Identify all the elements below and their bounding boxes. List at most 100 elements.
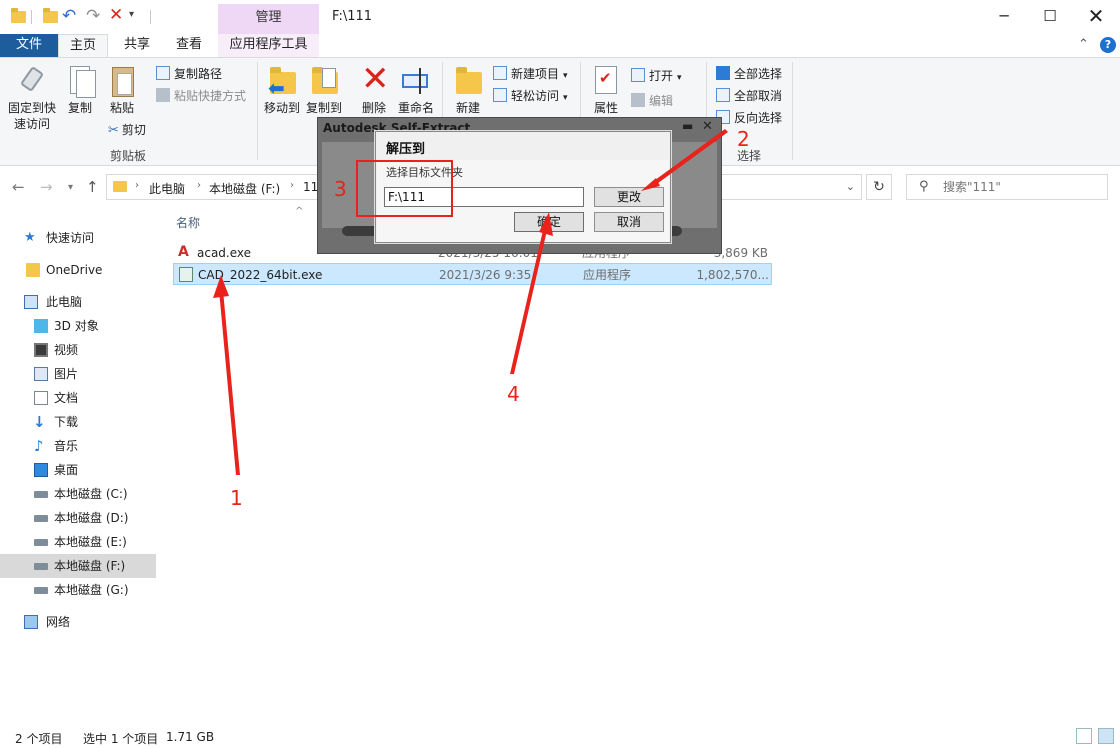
chevron-up-icon[interactable]: ⌃ [1078,37,1089,52]
chevron-down-icon: ▾ [563,93,568,103]
picture-icon [34,367,48,381]
large-icons-view-icon[interactable] [1098,728,1114,744]
sidebar-item-music[interactable]: ♪ 音乐 [0,434,156,458]
up-arrow-icon[interactable]: ↑ [86,178,99,196]
tab-home[interactable]: 主页 [58,34,108,57]
tab-manage[interactable]: 管理 [218,4,319,34]
invert-selection-button[interactable]: 反向选择 [716,108,782,128]
new-folder-button[interactable]: 新建 [444,64,492,116]
sidebar-item-quick-access[interactable]: ★ 快速访问 [0,226,156,250]
new-folder-quick-icon[interactable] [42,7,60,27]
sidebar-item-drive-f[interactable]: 本地磁盘 (F:) [0,554,156,578]
annotation-number-2: 2 [737,127,750,151]
ok-button[interactable]: 确定 [514,212,584,232]
chevron-down-icon[interactable]: ⌄ [846,180,855,193]
help-icon[interactable]: ? [1100,37,1116,53]
tab-view[interactable]: 查看 [164,34,214,57]
autocad-exe-icon: A [178,244,189,260]
delete-icon: ✕ [361,59,390,99]
search-input[interactable] [943,178,1103,196]
chevron-down-icon: ▾ [563,71,568,81]
redo-icon[interactable]: ↷ [86,6,100,26]
copy-path-button[interactable]: 复制路径 [156,64,222,84]
folder-icon [26,263,40,277]
undo-icon[interactable]: ↶ [62,6,76,26]
delete-button[interactable]: ✕ 删除 [350,59,398,116]
edit-button[interactable]: 编辑 [631,91,673,111]
details-view-icon[interactable] [1076,728,1092,744]
divider [150,10,151,24]
minimize-button[interactable]: ─ [981,0,1027,32]
forward-arrow-icon[interactable]: → [40,178,53,196]
sidebar-item-drive-d[interactable]: 本地磁盘 (D:) [0,506,156,530]
sidebar-item-documents[interactable]: 文档 [0,386,156,410]
recent-locations-icon[interactable]: ▾ [68,182,73,193]
cancel-button[interactable]: 取消 [594,212,664,232]
change-button[interactable]: 更改 [594,187,664,207]
back-arrow-icon[interactable]: ← [12,178,25,196]
sidebar-item-3d-objects[interactable]: 3D 对象 [0,314,156,338]
scissors-icon: ✂ [108,123,119,138]
breadcrumb-this-pc[interactable]: 此电脑 [149,180,185,197]
rename-button[interactable]: 重命名 [392,64,440,116]
sidebar-item-network[interactable]: 网络 [0,610,156,634]
copy-to-button[interactable]: 复制到 [300,64,348,116]
copy-path-icon [156,66,170,80]
copy-to-icon [308,64,340,98]
customize-quick-access-icon[interactable]: ▾ [129,9,134,20]
annotation-highlight-box [356,160,453,217]
move-to-button[interactable]: ⬅ 移动到 [258,64,306,116]
paste-shortcut-button[interactable]: 粘贴快捷方式 [156,86,246,106]
navigation-pane: ★ 快速访问 OneDrive 此电脑 3D 对象 视频 图片 文档 ↓ 下载 … [0,208,162,726]
easy-access-button[interactable]: 轻松访问 ▾ [493,86,568,106]
sidebar-item-drive-e[interactable]: 本地磁盘 (E:) [0,530,156,554]
delete-quick-icon[interactable]: ✕ [109,5,123,25]
tab-file[interactable]: 文件 [0,34,58,57]
properties-button[interactable]: 属性 [582,64,630,116]
sidebar-item-desktop[interactable]: 桌面 [0,458,156,482]
copy-button[interactable]: 复制 [56,64,104,116]
chevron-right-icon: › [290,180,294,191]
copy-icon [64,64,96,98]
close-icon[interactable]: ✕ [702,119,713,134]
select-all-icon [716,66,730,80]
paste-shortcut-icon [156,88,170,102]
column-header-name[interactable]: 名称 [176,208,200,238]
select-all-button[interactable]: 全部选择 [716,64,782,84]
new-item-button[interactable]: 新建项目 ▾ [493,64,568,84]
new-item-icon [493,66,507,80]
sidebar-item-drive-g[interactable]: 本地磁盘 (G:) [0,578,156,602]
chevron-right-icon: › [135,180,139,191]
maximize-button[interactable]: ☐ [1027,0,1073,32]
sidebar-item-onedrive[interactable]: OneDrive [0,258,156,282]
breadcrumb-drive-f[interactable]: 本地磁盘 (F:) [209,180,280,197]
sidebar-item-pictures[interactable]: 图片 [0,362,156,386]
sidebar-item-videos[interactable]: 视频 [0,338,156,362]
edit-icon [631,93,645,107]
select-none-button[interactable]: 全部取消 [716,86,782,106]
open-button[interactable]: 打开 ▾ [631,66,682,86]
close-button[interactable]: ✕ [1073,0,1119,32]
tab-share[interactable]: 共享 [112,34,162,57]
table-row[interactable]: CAD_2022_64bit.exe 2021/3/26 9:35 应用程序 1… [173,263,772,285]
cut-button[interactable]: ✂ 剪切 [108,120,146,140]
breadcrumb-folder[interactable]: 11 [303,180,318,194]
paste-button[interactable]: 粘贴 [98,64,146,116]
annotation-number-4: 4 [507,382,520,406]
drive-icon [34,515,48,522]
star-icon: ★ [24,230,36,245]
search-box[interactable]: ⚲ [906,174,1108,200]
sidebar-item-this-pc[interactable]: 此电脑 [0,290,156,314]
pin-quick-access-button[interactable]: 固定到快 速访问 [8,64,56,132]
folder-icon[interactable] [10,7,28,27]
computer-icon [24,295,38,309]
tab-app-tools[interactable]: 应用程序工具 [218,34,319,57]
divider [792,62,793,160]
easy-access-icon [493,88,507,102]
clipboard-group-label: 剪贴板 [110,149,147,163]
sidebar-item-drive-c[interactable]: 本地磁盘 (C:) [0,482,156,506]
network-icon [24,615,38,629]
refresh-button[interactable]: ↻ [866,174,892,200]
sidebar-item-downloads[interactable]: ↓ 下载 [0,410,156,434]
minimize-icon[interactable]: ▬ [682,120,696,132]
